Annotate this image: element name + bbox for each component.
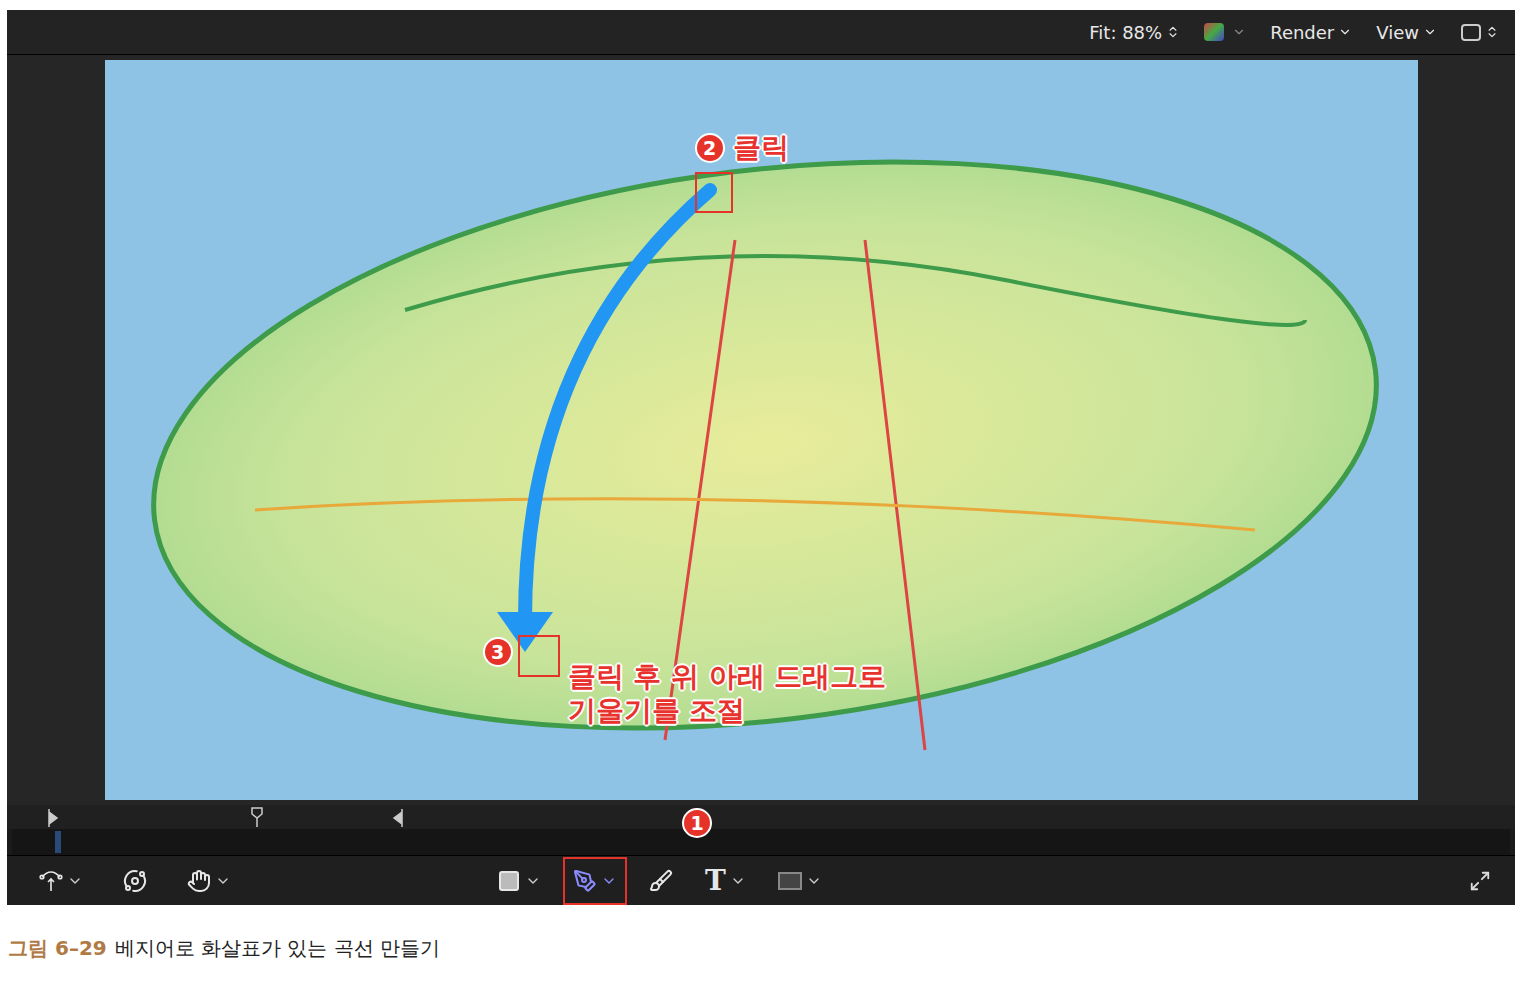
brush-tool[interactable] [641, 859, 681, 903]
annotation-2: 2 클릭 [695, 133, 789, 163]
transform-icon [39, 869, 63, 893]
click-point-box[interactable] [695, 172, 733, 213]
color-swatch-icon [1204, 23, 1224, 41]
fullscreen-icon[interactable] [1469, 870, 1491, 892]
viewer-top-bar: Fit: 88% Render View [7, 10, 1515, 55]
step-badge: 1 [682, 808, 712, 838]
page: Fit: 88% Render View 2 클릭 3 클릭 후 위 아래 드래그로기울기를… [0, 0, 1530, 982]
app-window: Fit: 88% Render View 2 클릭 3 클릭 후 위 아래 드래그로기울기를… [7, 10, 1515, 905]
mask-tool[interactable] [770, 859, 830, 903]
figure-title: 베지어로 화살표가 있는 곡선 만들기 [115, 933, 440, 963]
chevron-down-icon [67, 873, 83, 889]
chevron-down-icon [730, 873, 746, 889]
annotation-3-text: 클릭 후 위 아래 드래그로기울기를 조절 [568, 660, 887, 727]
chevron-down-icon [1338, 25, 1352, 39]
text-tool-label: T [705, 867, 726, 895]
layout-menu[interactable] [1461, 24, 1499, 41]
timeline-track [12, 829, 1510, 855]
viewer-menu[interactable]: Render [1270, 19, 1352, 46]
in-point-icon [47, 809, 59, 827]
annotation-text: 클릭 후 위 아래 드래그로 [568, 660, 887, 694]
map-frame: 2 클릭 3 클릭 후 위 아래 드래그로기울기를 조절 [105, 60, 1418, 800]
hand-tool[interactable] [179, 859, 239, 903]
annotation-text: 기울기를 조절 [568, 694, 887, 728]
color-channel-menu[interactable] [1204, 23, 1246, 41]
mask-icon [778, 872, 802, 890]
figure-caption: 그림 6–29 베지어로 화살표가 있는 곡선 만들기 [7, 933, 1523, 963]
rectangle-icon [497, 869, 521, 893]
curved-arrow-icon [525, 190, 710, 620]
toolbar-left [31, 859, 239, 903]
playhead-icon [251, 807, 263, 827]
annotation-3-badge: 3 [483, 637, 513, 667]
viewer-menu[interactable]: View [1376, 19, 1437, 46]
text-tool[interactable]: T [697, 859, 754, 903]
pen-tool[interactable] [565, 859, 625, 903]
step-badge: 2 [695, 133, 725, 163]
chevron-down-icon [1423, 25, 1437, 39]
toolbar-center: T [489, 859, 830, 903]
out-point-icon [392, 809, 404, 827]
chevron-down-icon [1232, 25, 1246, 39]
viewer: 2 클릭 3 클릭 후 위 아래 드래그로기울기를 조절 [7, 55, 1515, 805]
step-badge: 3 [483, 637, 513, 667]
orbit-icon [123, 869, 147, 893]
timeline-markers[interactable] [7, 805, 1515, 829]
chevron-down-icon [215, 873, 231, 889]
bottom-toolbar: T [7, 855, 1515, 905]
transform-tool[interactable] [31, 859, 91, 903]
up-down-icon [1485, 25, 1499, 39]
chevron-down-icon [806, 873, 822, 889]
drag-point-box[interactable] [518, 635, 560, 677]
annotation-text: 클릭 [733, 134, 789, 162]
timeline-strip: 1 [7, 805, 1515, 855]
chevron-down-icon [525, 873, 541, 889]
timeline-clip [55, 831, 61, 853]
figure-number: 그림 6–29 [8, 933, 107, 963]
up-down-icon [1166, 25, 1180, 39]
bezier-pen-icon [573, 869, 597, 893]
hand-icon [187, 869, 211, 893]
orbit-tool[interactable] [115, 859, 155, 903]
brush-icon [649, 869, 673, 893]
zoom-menu[interactable]: Fit: 88% [1089, 19, 1180, 46]
annotation-1: 1 [682, 808, 712, 838]
shape-tool[interactable] [489, 859, 549, 903]
window-icon [1461, 24, 1481, 41]
chevron-down-icon [601, 873, 617, 889]
